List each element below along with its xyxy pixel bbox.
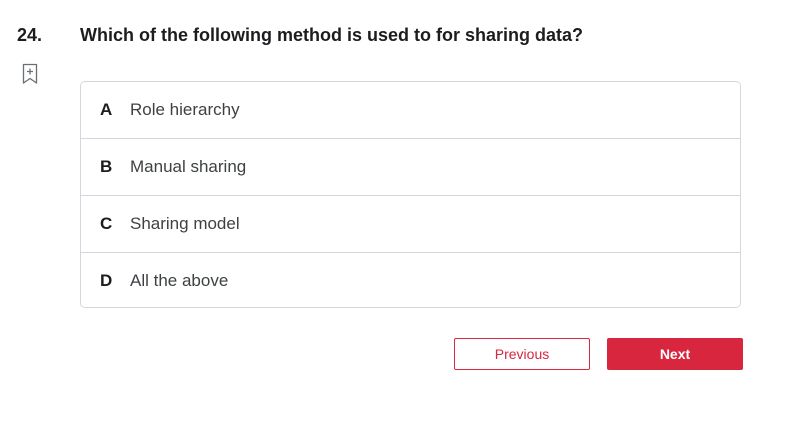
option-text: Role hierarchy [130,100,240,119]
question-number: 24. [17,25,43,45]
option-letter: D [100,270,113,290]
answer-option-d[interactable]: D All the above [81,253,740,307]
next-button[interactable]: Next [607,338,743,370]
option-letter: B [100,157,113,176]
question-text: Which of the following method is used to… [80,25,583,45]
answer-options: A Role hierarchy B Manual sharing C Shar… [80,81,741,308]
bookmark-add-icon[interactable] [21,63,39,85]
answer-option-a[interactable]: A Role hierarchy [81,82,740,139]
answer-option-c[interactable]: C Sharing model [81,196,740,253]
option-letter: C [100,214,113,233]
previous-button[interactable]: Previous [454,338,590,370]
option-text: Sharing model [130,214,240,233]
option-letter: A [100,100,113,119]
option-text: All the above [130,270,229,290]
answer-option-b[interactable]: B Manual sharing [81,139,740,196]
quiz-question-page: 24. Which of the following method is use… [0,0,798,430]
option-text: Manual sharing [130,157,247,176]
